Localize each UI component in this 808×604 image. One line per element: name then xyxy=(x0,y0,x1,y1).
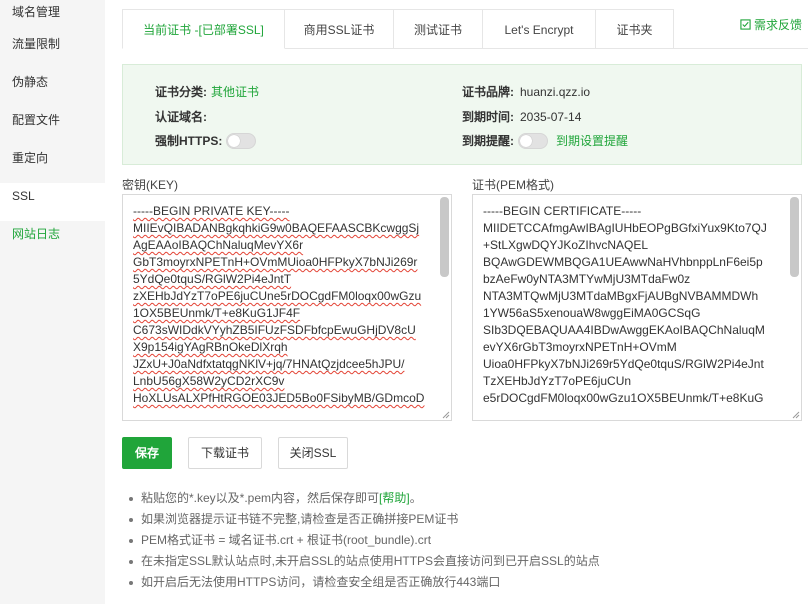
domain-label: 认证域名: xyxy=(155,110,207,124)
cert-type-label: 证书分类: xyxy=(155,85,207,99)
brand-row: 证书品牌: huanzi.qzz.io xyxy=(462,83,590,100)
sidebar-item-domain[interactable]: 域名管理 xyxy=(0,0,105,31)
tip-item: 在未指定SSL默认站点时,未开启SSL的站点使用HTTPS会直接访问到已开启SS… xyxy=(128,551,600,572)
feedback-link[interactable]: 需求反馈 xyxy=(740,16,802,33)
tab-cert-folder[interactable]: 证书夹 xyxy=(596,9,674,49)
cert-type-row: 证书分类: 其他证书 xyxy=(155,83,259,100)
tip-text: 粘贴您的*.key以及*.pem内容，然后保存即可 xyxy=(141,491,380,505)
expire-row: 到期时间: 2035-07-14 xyxy=(462,108,581,125)
resize-handle-icon[interactable] xyxy=(442,411,450,419)
sidebar-item-site-log[interactable]: 网站日志 xyxy=(0,221,105,259)
tips-list: 粘贴您的*.key以及*.pem内容，然后保存即可[帮助]。 如果浏览器提示证书… xyxy=(128,488,600,593)
feedback-label: 需求反馈 xyxy=(753,18,802,32)
domain-row: 认证域名: xyxy=(155,108,207,125)
resize-handle-icon[interactable] xyxy=(792,411,800,419)
remind-row: 到期提醒: 到期设置提醒 xyxy=(462,132,628,149)
key-label: 密钥(KEY) xyxy=(122,178,179,192)
cert-type-value: 其他证书 xyxy=(211,85,260,99)
brand-label: 证书品牌: xyxy=(462,85,514,99)
tip-text: 。 xyxy=(409,491,422,505)
remind-label: 到期提醒: xyxy=(462,134,514,148)
sidebar-item-traffic-limit[interactable]: 流量限制 xyxy=(0,31,105,69)
cert-scrollbar[interactable] xyxy=(790,197,799,277)
tab-commercial-ssl[interactable]: 商用SSL证书 xyxy=(285,9,394,49)
cert-info-panel: 证书分类: 其他证书 认证域名: 强制HTTPS: 证书品牌: huanzi.q… xyxy=(122,64,802,165)
force-https-label: 强制HTTPS: xyxy=(155,134,223,148)
remind-settings-link[interactable]: 到期设置提醒 xyxy=(556,132,628,149)
tip-item: 如果浏览器提示证书链不完整,请检查是否正确拼接PEM证书 xyxy=(128,509,600,530)
tab-test-cert[interactable]: 测试证书 xyxy=(394,9,483,49)
force-https-toggle[interactable] xyxy=(226,132,257,149)
expire-value: 2035-07-14 xyxy=(520,109,582,124)
tab-current-cert[interactable]: 当前证书 -[已部署SSL] xyxy=(122,9,285,49)
ssl-tabs: 当前证书 -[已部署SSL] 商用SSL证书 测试证书 Let's Encryp… xyxy=(122,9,674,49)
sidebar-item-config-file[interactable]: 配置文件 xyxy=(0,107,105,145)
sidebar-item-redirect[interactable]: 重定向 xyxy=(0,145,105,183)
sidebar-item-ssl[interactable]: SSL xyxy=(0,183,105,221)
key-content: -----BEGIN PRIVATE KEY----- MIIEvQIBADAN… xyxy=(133,204,425,405)
tip-item: PEM格式证书 = 域名证书.crt + 根证书(root_bundle).cr… xyxy=(128,530,600,551)
help-link[interactable]: [帮助] xyxy=(379,491,410,505)
feedback-icon xyxy=(740,19,751,30)
download-cert-button[interactable]: 下载证书 xyxy=(188,437,262,469)
key-scrollbar[interactable] xyxy=(440,197,449,277)
close-ssl-button[interactable]: 关闭SSL xyxy=(278,437,348,469)
tip-item: 如开启后无法使用HTTPS访问，请检查安全组是否正确放行443端口 xyxy=(128,572,600,593)
cert-content: -----BEGIN CERTIFICATE----- MIIDETCCAfmg… xyxy=(483,204,767,405)
save-button[interactable]: 保存 xyxy=(122,437,172,469)
key-textarea[interactable]: -----BEGIN PRIVATE KEY----- MIIEvQIBADAN… xyxy=(122,194,452,421)
sidebar-item-rewrite[interactable]: 伪静态 xyxy=(0,69,105,107)
cert-label: 证书(PEM格式) xyxy=(472,178,554,192)
brand-value: huanzi.qzz.io xyxy=(520,84,591,99)
sidebar: 域名管理 流量限制 伪静态 配置文件 重定向 SSL 网站日志 xyxy=(0,0,105,604)
tab-lets-encrypt[interactable]: Let's Encrypt xyxy=(483,9,596,49)
tip-item: 粘贴您的*.key以及*.pem内容，然后保存即可[帮助]。 xyxy=(128,488,600,509)
remind-toggle[interactable] xyxy=(518,132,548,149)
expire-label: 到期时间: xyxy=(462,110,514,124)
cert-textarea[interactable]: -----BEGIN CERTIFICATE----- MIIDETCCAfmg… xyxy=(472,194,802,421)
force-https-row: 强制HTTPS: xyxy=(155,132,257,149)
